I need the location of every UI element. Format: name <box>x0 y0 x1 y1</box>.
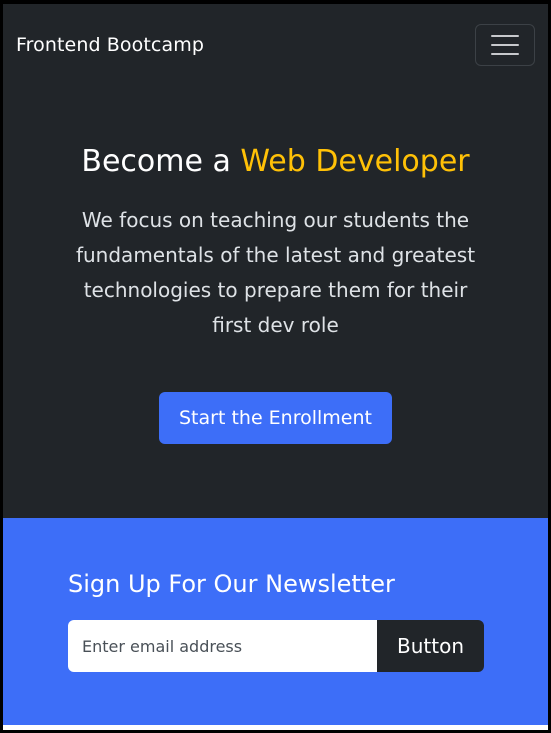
hero-title-accent: Web Developer <box>240 144 470 179</box>
email-input[interactable] <box>68 620 377 672</box>
navbar-toggler-button[interactable] <box>475 24 535 66</box>
newsletter-input-group: Button <box>68 620 484 672</box>
navbar: Frontend Bootcamp <box>3 4 548 86</box>
newsletter-submit-button[interactable]: Button <box>377 620 484 672</box>
hamburger-menu-icon-line <box>491 44 519 46</box>
hero-description: We focus on teaching our students the fu… <box>75 208 476 337</box>
newsletter-title: Sign Up For Our Newsletter <box>68 570 395 598</box>
page-frame: Frontend Bootcamp Become a Web Developer… <box>0 0 551 733</box>
hamburger-menu-icon <box>491 35 519 37</box>
navbar-brand[interactable]: Frontend Bootcamp <box>16 34 204 56</box>
hero-section: Become a Web Developer We focus on teach… <box>3 86 548 518</box>
newsletter-section: Sign Up For Our Newsletter Button <box>3 518 548 725</box>
hero-title: Become a Web Developer <box>3 142 548 182</box>
page-bottom-area <box>3 725 548 730</box>
hamburger-menu-icon-line <box>491 53 519 55</box>
hero-title-prefix: Become a <box>81 144 241 179</box>
start-enrollment-button[interactable]: Start the Enrollment <box>159 392 392 444</box>
